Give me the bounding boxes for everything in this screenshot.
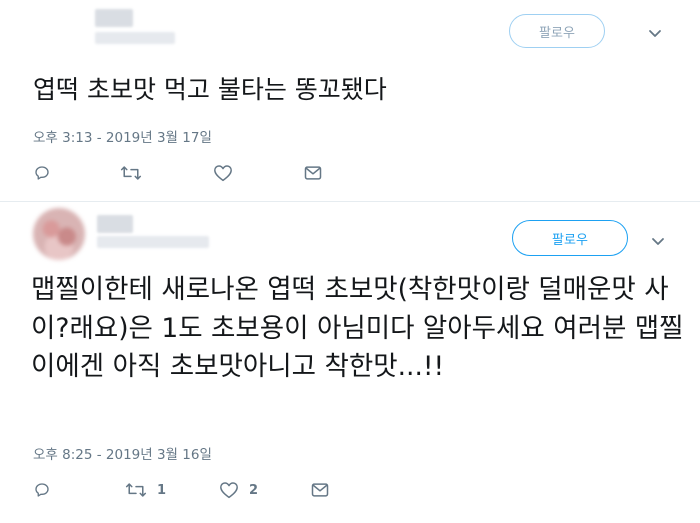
tweet-text: 맵찔이한테 새로나온 엽떡 초보맛(착한맛이랑 덜매운맛 사이?래요)은 1도 … (31, 274, 684, 382)
like-icon (213, 164, 233, 182)
author-name-blurred (95, 9, 133, 27)
retweet-icon (125, 481, 147, 499)
retweet-count: 1 (157, 482, 167, 498)
reply-button[interactable] (33, 481, 51, 499)
author-name-blurred (97, 215, 133, 233)
reply-icon (33, 164, 51, 182)
retweet-button[interactable] (120, 164, 142, 182)
reply-button[interactable] (33, 164, 51, 182)
tweet-timestamp[interactable]: 오후 8:25 - 2019년 3월 16일 (33, 443, 212, 463)
chevron-down-icon[interactable] (644, 22, 666, 44)
tweet-text: 엽떡 초보맛 먹고 불타는 똥꼬됐다 (33, 75, 387, 104)
author-handle-blurred (95, 32, 175, 44)
like-button[interactable]: 2 (219, 481, 258, 499)
author-handle-blurred (97, 236, 209, 248)
follow-button[interactable]: 팔로우 (509, 14, 605, 48)
like-count: 2 (249, 482, 259, 498)
message-icon (310, 481, 330, 499)
tweet-timestamp[interactable]: 오후 3:13 - 2019년 3월 17일 (33, 126, 212, 146)
tweet-1: 팔로우 엽떡 초보맛 먹고 불타는 똥꼬됐다 오후 3:13 - 2019년 3… (0, 0, 700, 200)
follow-button[interactable]: 팔로우 (512, 220, 628, 256)
message-button[interactable] (310, 481, 330, 499)
retweet-button[interactable]: 1 (125, 481, 166, 499)
message-button[interactable] (303, 164, 323, 182)
like-icon (219, 481, 239, 499)
tweet-2: 팔로우 맵찔이한테 새로나온 엽떡 초보맛(착한맛이랑 덜매운맛 사이?래요)은… (0, 200, 700, 523)
like-button[interactable] (213, 164, 233, 182)
follow-button-label: 팔로우 (552, 232, 588, 248)
retweet-icon (120, 164, 142, 182)
chevron-down-icon[interactable] (647, 230, 669, 252)
follow-button-label: 팔로우 (539, 25, 575, 41)
reply-icon (33, 481, 51, 499)
message-icon (303, 164, 323, 182)
avatar[interactable] (33, 208, 85, 260)
